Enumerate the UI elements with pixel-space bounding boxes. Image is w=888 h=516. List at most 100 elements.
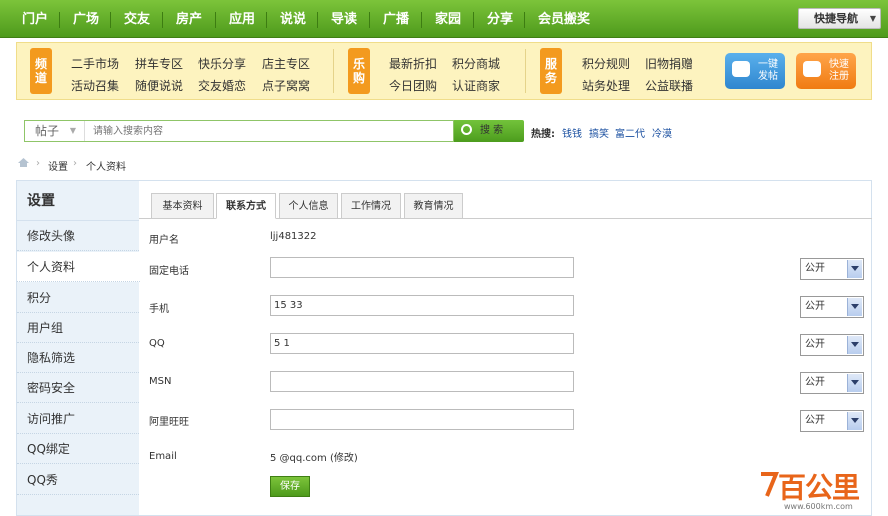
- shopping-link[interactable]: 认证商家: [452, 77, 500, 94]
- email-value[interactable]: 5 @qq.com (修改): [270, 449, 358, 464]
- channel-link[interactable]: 快乐分享: [198, 55, 246, 72]
- nav-item-share[interactable]: 分享: [487, 0, 513, 38]
- tab-work[interactable]: 工作情况: [341, 193, 401, 219]
- nav-item-realestate[interactable]: 房产: [176, 0, 202, 38]
- nav-separator: [421, 12, 422, 28]
- qq-field[interactable]: 5 1: [270, 333, 574, 354]
- quick-register-label: 快速注册: [829, 59, 849, 82]
- service-link[interactable]: 积分规则: [582, 55, 630, 72]
- msn-field[interactable]: [270, 371, 574, 392]
- nav-item-broadcast[interactable]: 广播: [383, 0, 409, 38]
- nav-item-talk[interactable]: 说说: [280, 0, 306, 38]
- breadcrumb-settings[interactable]: 设置: [48, 158, 68, 173]
- phone-privacy-select[interactable]: 公开: [800, 258, 864, 280]
- nav-item-friends[interactable]: 交友: [124, 0, 150, 38]
- hot-search-term[interactable]: 冷漠: [652, 125, 672, 140]
- service-badge: 服务: [540, 48, 562, 94]
- phone-field[interactable]: [270, 257, 574, 278]
- nav-separator: [473, 12, 474, 28]
- qq-privacy-select[interactable]: 公开: [800, 334, 864, 356]
- quick-post-label: 一键发帖: [758, 59, 778, 82]
- quick-post-button[interactable]: 一键发帖: [725, 53, 785, 89]
- hot-search-term[interactable]: 钱钱: [562, 125, 582, 140]
- settings-sidebar: 设置 修改头像 个人资料 积分 用户组 隐私筛选 密码安全 访问推广 QQ绑定 …: [16, 180, 140, 516]
- channel-link[interactable]: 店主专区: [262, 55, 310, 72]
- sidebar-item-qq-bind[interactable]: QQ绑定: [17, 434, 139, 464]
- hot-search-label: 热搜:: [531, 129, 555, 140]
- nav-separator: [317, 12, 318, 28]
- privacy-option-label: 公开: [805, 415, 825, 426]
- channel-link[interactable]: 二手市场: [71, 55, 119, 72]
- nav-item-home[interactable]: 家园: [435, 0, 461, 38]
- tab-contact[interactable]: 联系方式: [216, 193, 276, 219]
- search-button-label: 搜 索: [480, 125, 504, 136]
- tab-basic-info[interactable]: 基本资料: [151, 193, 214, 219]
- shopping-link[interactable]: 今日团购: [389, 77, 437, 94]
- search-icon: [461, 124, 472, 135]
- sidebar-item-usergroup[interactable]: 用户组: [17, 313, 139, 343]
- channel-link[interactable]: 活动召集: [71, 77, 119, 94]
- sidebar-item-promotion[interactable]: 访问推广: [17, 404, 139, 434]
- search-type-select[interactable]: 帖子 ▼: [25, 121, 85, 141]
- privacy-option-label: 公开: [805, 339, 825, 350]
- hot-search-term[interactable]: 富二代: [615, 125, 645, 140]
- breadcrumb-separator: ›: [73, 158, 77, 169]
- chevron-down-icon: [847, 374, 862, 392]
- breadcrumb-current: 个人资料: [86, 162, 126, 173]
- mobile-field[interactable]: 15 33: [270, 295, 574, 316]
- shopping-link[interactable]: 最新折扣: [389, 55, 437, 72]
- save-button[interactable]: 保存: [270, 476, 310, 497]
- sidebar-item-privacy[interactable]: 隐私筛选: [17, 343, 139, 373]
- privacy-option-label: 公开: [805, 377, 825, 388]
- sidebar-item-profile[interactable]: 个人资料: [17, 252, 140, 282]
- sidebar-item-avatar[interactable]: 修改头像: [17, 221, 139, 251]
- chevron-down-icon: [847, 298, 862, 316]
- nav-item-apps[interactable]: 应用: [229, 0, 255, 38]
- nav-item-member-award[interactable]: 会员搬奖: [538, 0, 590, 38]
- channel-link[interactable]: 拼车专区: [135, 55, 183, 72]
- nav-separator: [215, 12, 216, 28]
- privacy-option-label: 公开: [805, 263, 825, 274]
- shopping-link[interactable]: 积分商城: [452, 55, 500, 72]
- nav-item-guide[interactable]: 导读: [331, 0, 357, 38]
- nav-item-square[interactable]: 广场: [73, 0, 99, 38]
- sidebar-item-qq-show[interactable]: QQ秀: [17, 465, 139, 495]
- quick-register-button[interactable]: 快速注册: [796, 53, 856, 89]
- service-link[interactable]: 旧物捐赠: [645, 55, 693, 72]
- channel-link[interactable]: 点子窝窝: [262, 77, 310, 94]
- msn-privacy-select[interactable]: 公开: [800, 372, 864, 394]
- search-input[interactable]: [87, 121, 447, 141]
- wangwang-field[interactable]: [270, 409, 574, 430]
- sidebar-item-credits[interactable]: 积分: [17, 283, 139, 313]
- chevron-down-icon: [847, 260, 862, 278]
- channel-badge: 频道: [30, 48, 52, 94]
- watermark-url: www.600km.com: [784, 502, 853, 511]
- chevron-down-icon: ▼: [869, 14, 876, 23]
- mobile-label: 手机: [149, 304, 169, 315]
- search-button[interactable]: 搜 索: [454, 120, 524, 142]
- watermark-logo: 百公里 www.600km.com: [758, 466, 884, 514]
- tab-education[interactable]: 教育情况: [404, 193, 463, 219]
- nav-separator: [524, 12, 525, 28]
- tab-personal-info[interactable]: 个人信息: [279, 193, 338, 219]
- service-link[interactable]: 公益联播: [645, 77, 693, 94]
- wangwang-privacy-select[interactable]: 公开: [800, 410, 864, 432]
- nav-item-portal[interactable]: 门户: [22, 0, 48, 38]
- sidebar-item-password[interactable]: 密码安全: [17, 373, 139, 403]
- sidebar-title: 设置: [17, 181, 139, 221]
- chat-bubble-icon: [732, 61, 750, 77]
- nav-separator: [369, 12, 370, 28]
- divider: [333, 49, 334, 93]
- service-link[interactable]: 站务处理: [582, 77, 630, 94]
- chevron-down-icon: [847, 412, 862, 430]
- channel-link[interactable]: 随便说说: [135, 77, 183, 94]
- chevron-down-icon: ▼: [69, 126, 76, 135]
- mobile-privacy-select[interactable]: 公开: [800, 296, 864, 318]
- home-icon[interactable]: [17, 157, 30, 168]
- channel-link[interactable]: 交友婚恋: [198, 77, 246, 94]
- hot-search-term[interactable]: 搞笑: [589, 125, 609, 140]
- wangwang-label: 阿里旺旺: [149, 417, 189, 428]
- msn-label: MSN: [149, 376, 172, 387]
- quick-navigation-dropdown[interactable]: 快捷导航 ▼: [798, 8, 881, 29]
- chevron-down-icon: [847, 336, 862, 354]
